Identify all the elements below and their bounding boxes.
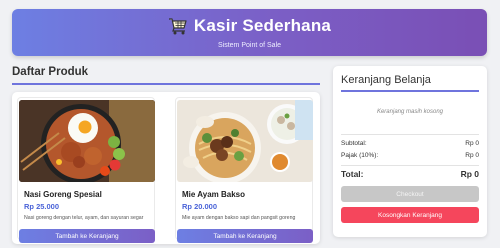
checkout-button[interactable]: Checkout (341, 186, 479, 202)
app-subtitle: Sistem Point of Sale (217, 42, 282, 49)
product-name: Mie Ayam Bakso (182, 190, 245, 199)
chicken-noodle-meatball-photo (177, 100, 313, 182)
product-price: Rp 25.000 (24, 202, 60, 211)
product-name: Nasi Goreng Spesial (24, 190, 102, 199)
subtotal-row: Subtotal: Rp 0 (341, 140, 479, 147)
app-header: Kasir Sederhana Sistem Point of Sale (12, 9, 487, 56)
products-heading-underline (12, 83, 320, 85)
shopping-cart-icon (168, 17, 188, 35)
fried-rice-photo (19, 100, 155, 182)
total-value: Rp 0 (460, 169, 479, 179)
product-list: Nasi Goreng Spesial Rp 25.000 Nasi goren… (12, 92, 320, 244)
product-card-nasi-goreng: Nasi Goreng Spesial Rp 25.000 Nasi goren… (17, 97, 155, 243)
header-title-row: Kasir Sederhana (12, 16, 487, 36)
cart-empty-message: Keranjang masih kosong (376, 109, 444, 115)
product-description: Mie ayam dengan bakso sapi dan pangsit g… (182, 215, 296, 221)
cart-heading-underline (341, 90, 479, 92)
divider (341, 134, 479, 135)
products-heading: Daftar Produk (12, 66, 89, 78)
clear-cart-button[interactable]: Kosongkan Keranjang (341, 207, 479, 223)
total-row: Total: Rp 0 (341, 169, 479, 179)
add-to-cart-button[interactable]: Tambah ke Keranjang (19, 229, 155, 243)
tax-row: Pajak (10%): Rp 0 (341, 152, 479, 159)
divider (341, 165, 479, 166)
add-to-cart-button[interactable]: Tambah ke Keranjang (177, 229, 313, 243)
tax-label: Pajak (10%): (341, 152, 379, 159)
product-price: Rp 20.000 (182, 202, 218, 211)
subtotal-label: Subtotal: (341, 140, 367, 147)
cart-panel: Keranjang Belanja Keranjang masih kosong… (333, 66, 487, 237)
subtotal-value: Rp 0 (465, 140, 479, 147)
total-label: Total: (341, 169, 364, 179)
app-title: Kasir Sederhana (193, 16, 332, 35)
tax-value: Rp 0 (465, 152, 479, 159)
cart-heading: Keranjang Belanja (341, 74, 431, 86)
product-description: Nasi goreng dengan telur, ayam, dan sayu… (24, 215, 144, 221)
product-card-mie-ayam: Mie Ayam Bakso Rp 20.000 Mie ayam dengan… (175, 97, 313, 243)
